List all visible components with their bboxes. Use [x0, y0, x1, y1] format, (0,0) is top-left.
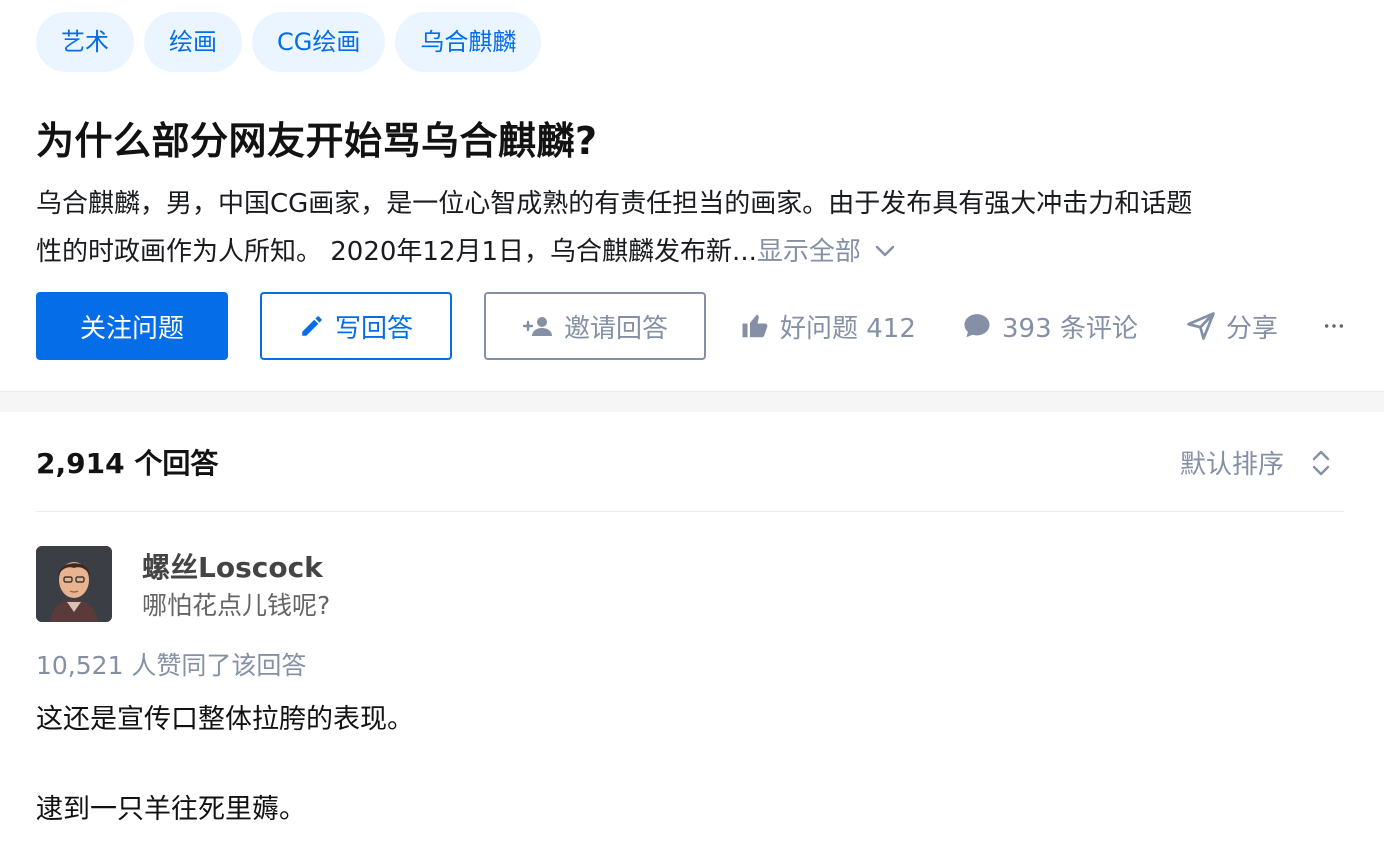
pencil-icon [302, 316, 322, 336]
answer-paragraph: 这还是宣传口整体拉胯的表现。 [36, 704, 414, 735]
answer-paragraph: 逮到一只羊往死里薅。 [36, 794, 306, 825]
avatar-image [36, 546, 112, 622]
good-question-button[interactable]: 好问题 412 [740, 292, 916, 360]
topic-tag-painting[interactable]: 绘画 [144, 12, 242, 72]
sort-button[interactable]: 默认排序 [1180, 444, 1330, 481]
question-description-line-1: 乌合麒麟，男，中国CG画家，是一位心智成熟的有责任担当的画家。由于发布具有强大冲… [36, 189, 1193, 219]
topic-tag-wuhe-qilin[interactable]: 乌合麒麟 [395, 12, 542, 72]
chevron-down-icon [875, 245, 895, 256]
answers-count: 2,914 个回答 [36, 447, 219, 480]
show-all-label: 显示全部 [756, 237, 861, 267]
sort-label: 默认排序 [1179, 450, 1284, 480]
topic-tags: 艺术 绘画 CG绘画 乌合麒麟 [36, 12, 542, 72]
thumbs-up-icon [742, 314, 768, 338]
invite-answer-label: 邀请回答 [563, 313, 668, 344]
question-description: 乌合麒麟，男，中国CG画家，是一位心智成熟的有责任担当的画家。由于发布具有强大冲… [36, 180, 1376, 276]
question-title: 为什么部分网友开始骂乌合麒麟? [36, 119, 598, 163]
question-actions: 关注问题 写回答 邀请回答 好问题 412 393 条评论 分享 [36, 292, 1356, 360]
question-card: 艺术 绘画 CG绘画 乌合麒麟 为什么部分网友开始骂乌合麒麟? 乌合麒麟，男，中… [0, 0, 1384, 392]
vote-count: 10,521 人赞同了该回答 [36, 651, 307, 680]
more-icon [1324, 324, 1344, 328]
share-label: 分享 [1226, 313, 1279, 344]
author-bio: 哪怕花点儿钱呢? [142, 591, 331, 620]
avatar[interactable] [36, 546, 112, 622]
question-description-line-2: 性的时政画作为人所知。 2020年12月1日，乌合麒麟发布新...显示全部 [36, 228, 1376, 276]
section-divider [0, 392, 1384, 412]
comments-button[interactable]: 393 条评论 [962, 292, 1138, 360]
question-description-text: 性的时政画作为人所知。 2020年12月1日，乌合麒麟发布新... [36, 237, 757, 267]
comment-icon [964, 314, 990, 338]
add-user-icon [522, 317, 552, 336]
good-question-label: 好问题 412 [780, 313, 916, 344]
invite-answer-button[interactable]: 邀请回答 [484, 292, 706, 360]
follow-question-button[interactable]: 关注问题 [36, 292, 228, 360]
send-icon [1187, 312, 1215, 340]
topic-tag-art[interactable]: 艺术 [36, 12, 134, 72]
write-answer-label: 写回答 [334, 313, 413, 344]
write-answer-button[interactable]: 写回答 [260, 292, 452, 360]
topic-tag-cg-painting[interactable]: CG绘画 [252, 12, 386, 72]
more-button[interactable] [1324, 292, 1354, 360]
follow-question-label: 关注问题 [79, 313, 184, 344]
share-button[interactable]: 分享 [1186, 292, 1278, 360]
answers-header: 2,914 个回答 默认排序 [36, 430, 1344, 512]
author-name[interactable]: 螺丝Loscock [142, 546, 323, 586]
comments-label: 393 条评论 [1002, 313, 1138, 344]
answer-content: 这还是宣传口整体拉胯的表现。 逮到一只羊往死里薅。 [36, 698, 1336, 832]
sort-icon [1312, 450, 1330, 475]
show-all-button[interactable]: 显示全部 [757, 237, 895, 267]
answer-author: 螺丝Loscock 哪怕花点儿钱呢? [36, 546, 836, 622]
